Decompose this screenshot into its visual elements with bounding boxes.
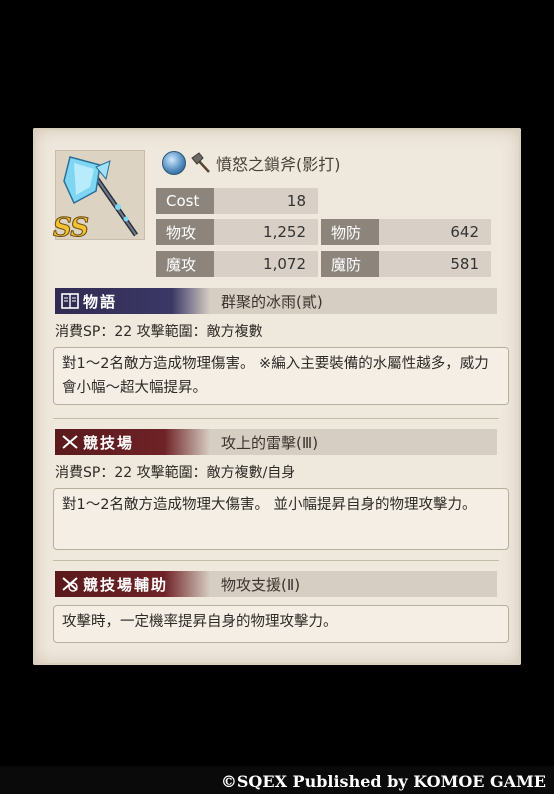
story-skill-name: 群聚的冰雨(貳) xyxy=(211,288,497,314)
story-skill-description: 對1～2名敵方造成物理傷害。 ※編入主要裝備的水屬性越多，威力會小幅～超大幅提昇… xyxy=(53,347,509,405)
stat-label: 魔攻 xyxy=(156,251,214,277)
rarity-badge: SS xyxy=(53,213,90,244)
arena-support-skill-description: 攻擊時，一定機率提昇自身的物理攻擊力。 xyxy=(53,605,509,643)
stat-value: 1,072 xyxy=(214,251,318,277)
stat-magic-defense: 魔防 581 xyxy=(321,251,491,277)
story-skill-header: 物語 群聚的冰雨(貳) xyxy=(55,288,497,314)
stat-magic-attack: 魔攻 1,072 xyxy=(156,251,318,277)
stat-value: 581 xyxy=(379,251,491,277)
arena-skill-name: 攻上的雷擊(Ⅲ) xyxy=(211,429,497,455)
arena-tag-label: 競技場 xyxy=(83,433,135,452)
weapon-detail-card: SS 憤怒之鎖斧(影打) Cost 18 物攻 1,252 物防 642 魔攻 … xyxy=(33,128,521,665)
story-tag: 物語 xyxy=(55,288,211,314)
stat-label: 物攻 xyxy=(156,219,214,245)
copyright-text: ©SQEX Published by KOMOE GAME xyxy=(220,772,546,791)
weapon-name-row: 憤怒之鎖斧(影打) xyxy=(162,150,341,176)
stat-physical-defense: 物防 642 xyxy=(321,219,491,245)
stat-value: 642 xyxy=(379,219,491,245)
weapon-name: 憤怒之鎖斧(影打) xyxy=(216,155,341,174)
section-divider xyxy=(53,418,499,419)
arena-support-skill-header: 競技場輔助 物攻支援(Ⅱ) xyxy=(55,571,497,597)
story-tag-label: 物語 xyxy=(83,292,118,311)
footer-bar: ©SQEX Published by KOMOE GAME xyxy=(0,766,554,794)
stat-label: 物防 xyxy=(321,219,379,245)
stat-value: 1,252 xyxy=(214,219,318,245)
stat-label: Cost xyxy=(156,188,214,214)
water-element-icon xyxy=(162,151,186,175)
section-divider xyxy=(53,560,499,561)
arena-tag: 競技場 xyxy=(55,429,211,455)
axe-icon xyxy=(191,152,210,173)
crossed-swords-icon xyxy=(62,435,78,449)
book-icon xyxy=(61,293,79,309)
arena-support-tag: 競技場輔助 xyxy=(55,571,211,597)
stat-cost: Cost 18 xyxy=(156,188,318,214)
stat-value: 18 xyxy=(214,188,318,214)
stat-label: 魔防 xyxy=(321,251,379,277)
crossed-swords-circle-icon xyxy=(62,577,78,592)
arena-skill-meta: 消費SP：22 攻擊範圍：敵方複數/自身 xyxy=(55,465,296,481)
arena-support-skill-name: 物攻支援(Ⅱ) xyxy=(211,571,497,597)
arena-support-tag-label: 競技場輔助 xyxy=(83,575,169,594)
stat-physical-attack: 物攻 1,252 xyxy=(156,219,318,245)
story-skill-meta: 消費SP：22 攻擊範圍：敵方複數 xyxy=(55,324,263,340)
arena-skill-header: 競技場 攻上的雷擊(Ⅲ) xyxy=(55,429,497,455)
arena-skill-description: 對1～2名敵方造成物理大傷害。 並小幅提昇自身的物理攻擊力。 xyxy=(53,488,509,550)
